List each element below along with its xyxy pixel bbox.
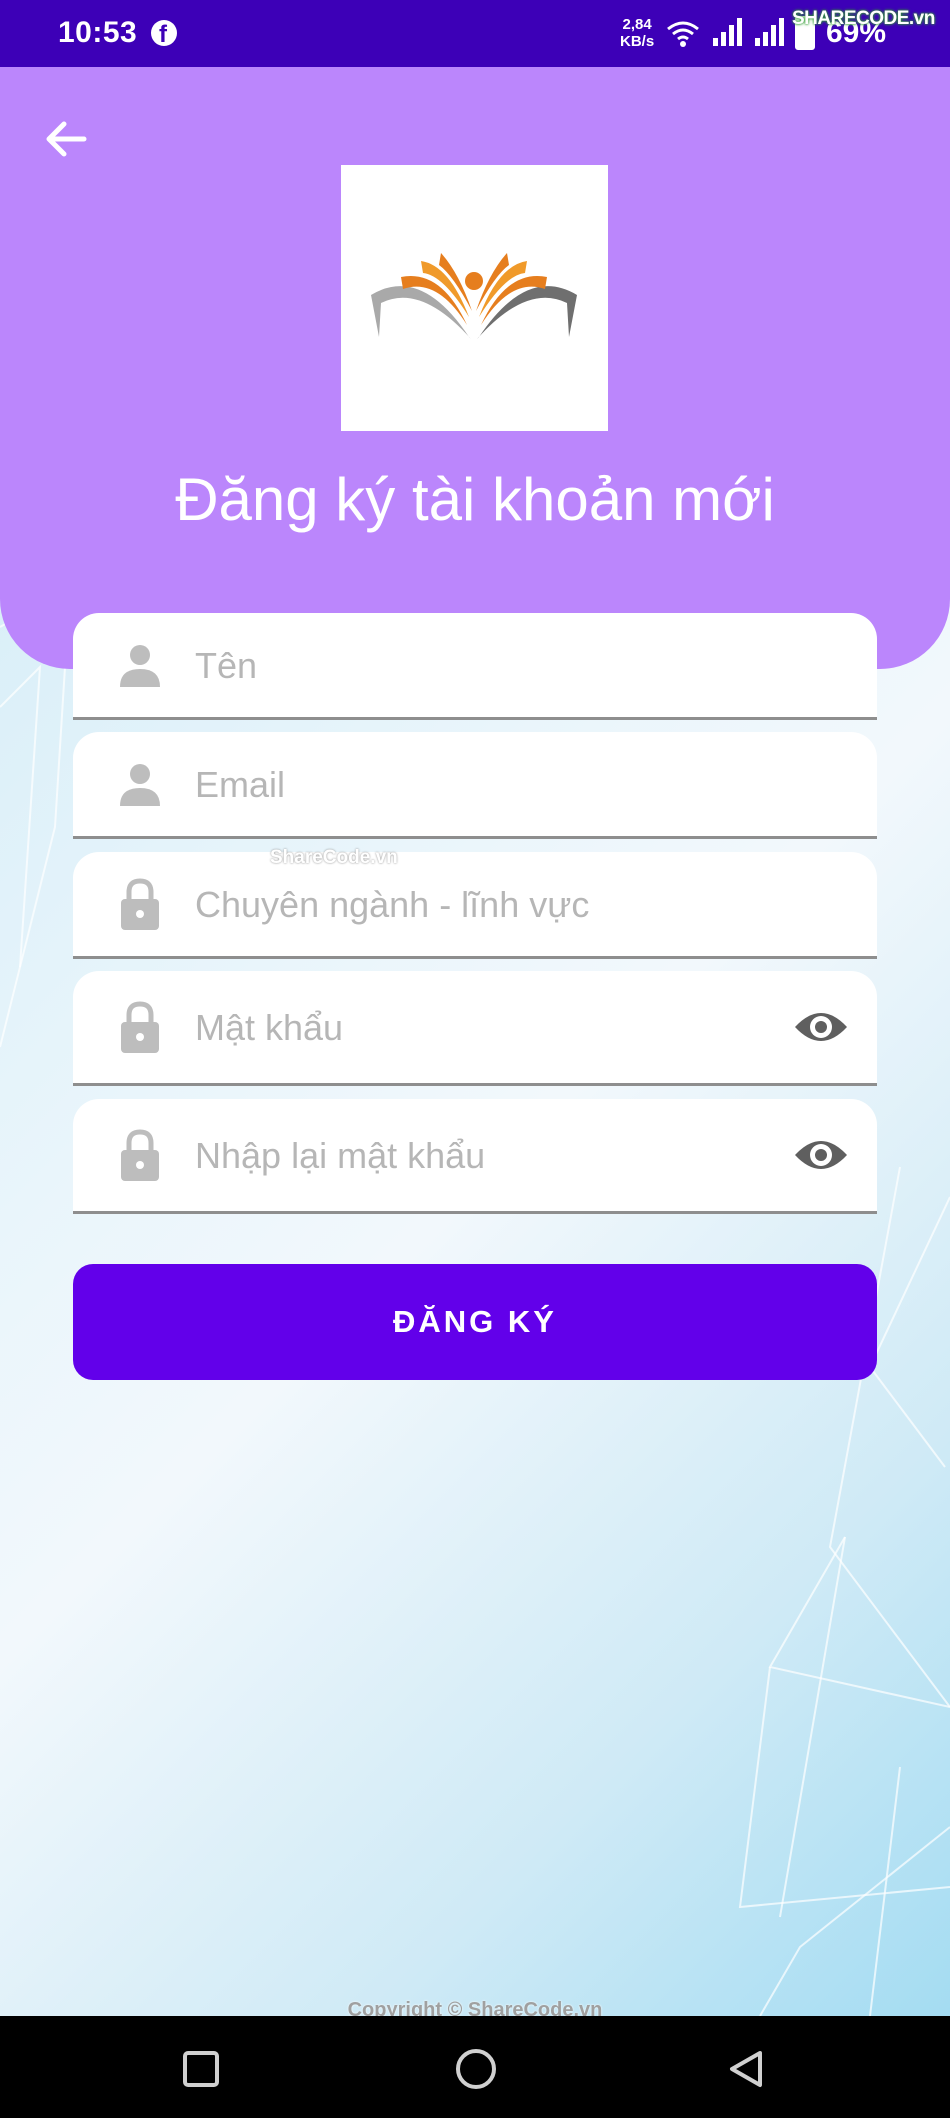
lock-icon bbox=[121, 878, 159, 930]
app-logo bbox=[341, 165, 608, 431]
major-placeholder: Chuyên ngành - lĩnh vực bbox=[195, 884, 590, 925]
recent-apps-icon[interactable] bbox=[182, 2050, 220, 2088]
signal-icon bbox=[713, 18, 742, 46]
page-title: Đăng ký tài khoản mới bbox=[175, 466, 775, 533]
major-field[interactable]: Chuyên ngành - lĩnh vực bbox=[73, 852, 877, 959]
facebook-icon: f bbox=[151, 20, 177, 48]
open-book-icon bbox=[371, 253, 577, 339]
wifi-icon bbox=[667, 21, 699, 47]
back-icon[interactable] bbox=[726, 2049, 766, 2089]
register-button[interactable]: ĐĂNG KÝ bbox=[73, 1264, 877, 1380]
person-icon bbox=[120, 764, 160, 806]
signal-icon bbox=[755, 18, 784, 46]
network-speed: 2,84 KB/s bbox=[620, 16, 654, 50]
back-arrow-icon[interactable] bbox=[36, 109, 96, 169]
status-time: 10:53 bbox=[58, 16, 138, 49]
name-field[interactable]: Tên bbox=[73, 613, 877, 720]
watermark-text: ShareCode.vn bbox=[270, 847, 398, 868]
email-placeholder: Email bbox=[195, 764, 286, 805]
status-bar: 10:53 f 2,84 KB/s 69% SHARECODE.vn bbox=[0, 0, 950, 67]
eye-icon[interactable] bbox=[793, 1009, 849, 1045]
person-icon bbox=[120, 645, 160, 687]
password-field[interactable]: Mật khẩu bbox=[73, 971, 877, 1086]
lock-icon bbox=[121, 1001, 159, 1053]
copyright-text: Copyright © ShareCode.vn bbox=[347, 1999, 603, 2016]
home-icon[interactable] bbox=[455, 2048, 497, 2090]
lock-icon bbox=[121, 1129, 159, 1181]
confirm-password-placeholder: Nhập lại mật khẩu bbox=[195, 1135, 486, 1176]
network-speed-unit: KB/s bbox=[620, 33, 655, 50]
eye-icon[interactable] bbox=[793, 1137, 849, 1173]
network-speed-value: 2,84 bbox=[622, 16, 652, 33]
email-field[interactable]: Email bbox=[73, 732, 877, 839]
name-placeholder: Tên bbox=[195, 645, 258, 686]
password-placeholder: Mật khẩu bbox=[195, 1007, 344, 1048]
register-screen: Đăng ký tài khoản mới Tên Email Chuyên n… bbox=[0, 67, 950, 2016]
confirm-password-field[interactable]: Nhập lại mật khẩu bbox=[73, 1099, 877, 1214]
header: Đăng ký tài khoản mới bbox=[0, 67, 950, 669]
navigation-bar bbox=[0, 2016, 950, 2118]
watermark-logo: SHARECODE.vn bbox=[792, 8, 935, 29]
